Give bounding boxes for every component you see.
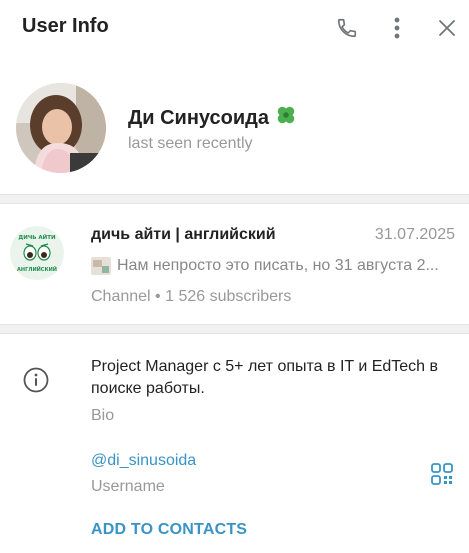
channel-title: дичь айти | английский <box>91 226 276 243</box>
close-button[interactable] <box>431 12 463 44</box>
bio-label: Bio <box>91 407 115 424</box>
clover-emoji-icon <box>275 104 297 132</box>
add-to-contacts-button[interactable]: ADD TO CONTACTS <box>91 521 247 539</box>
qr-code-button[interactable] <box>430 462 454 486</box>
more-vertical-icon <box>394 17 400 39</box>
avatar[interactable] <box>16 83 106 173</box>
close-icon <box>439 20 455 36</box>
svg-text:АНГЛИЙСКИЙ: АНГЛИЙСКИЙ <box>17 265 57 273</box>
section-divider <box>0 194 469 204</box>
channel-subscribers: Channel • 1 526 subscribers <box>91 288 292 305</box>
channel-avatar: ДИЧЬ АЙТИ АНГЛИЙСКИЙ <box>10 226 64 280</box>
svg-text:ДИЧЬ АЙТИ: ДИЧЬ АЙТИ <box>18 233 56 241</box>
message-thumbnail <box>91 257 111 275</box>
more-button[interactable] <box>381 12 413 44</box>
channel-item[interactable]: ДИЧЬ АЙТИ АНГЛИЙСКИЙ дичь айти | английс… <box>0 206 469 324</box>
last-message-text: Нам непросто это писать, но 31 августа 2… <box>117 257 439 274</box>
call-button[interactable] <box>331 12 363 44</box>
section-divider <box>0 324 469 334</box>
username-label: Username <box>91 478 165 495</box>
profile-section: Ди Синусоида last seen recently <box>0 70 469 190</box>
qr-code-icon <box>431 463 453 485</box>
last-seen-status: last seen recently <box>128 135 253 152</box>
bio-text: Project Manager с 5+ лет опыта в IT и Ed… <box>91 358 439 397</box>
phone-icon <box>337 18 357 38</box>
info-section: Project Manager с 5+ лет опыта в IT и Ed… <box>0 336 469 553</box>
profile-name: Ди Синусоида <box>128 104 297 132</box>
username-link[interactable]: @di_sinusoida <box>91 452 196 470</box>
channel-date: 31.07.2025 <box>374 226 455 243</box>
page-title: User Info <box>22 15 109 37</box>
profile-name-text: Ди Синусоида <box>128 106 269 129</box>
info-icon <box>23 367 49 398</box>
header: User Info <box>0 0 469 56</box>
channel-last-message: Нам непросто это писать, но 31 августа 2… <box>91 257 453 275</box>
